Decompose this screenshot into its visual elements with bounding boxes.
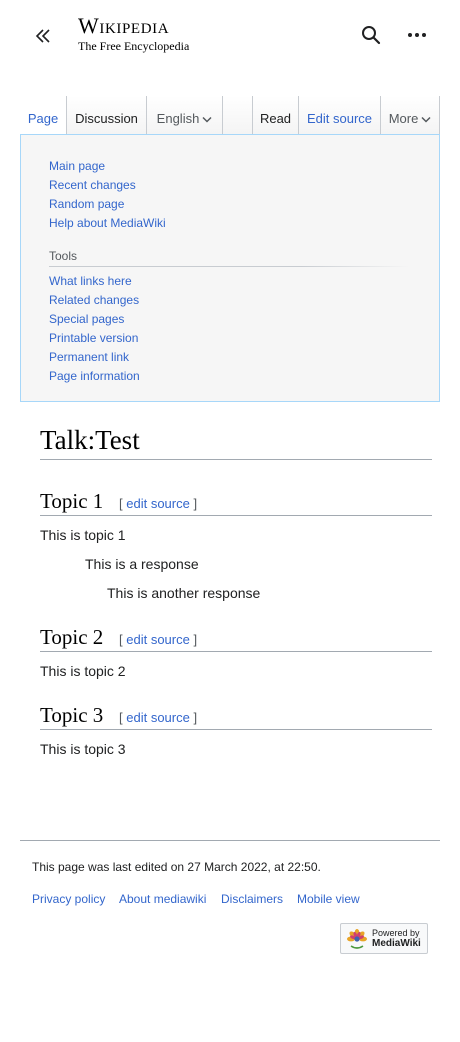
menu-item-what-links-here[interactable]: What links here: [49, 274, 132, 288]
title-divider: [40, 459, 432, 460]
section-heading-topic-1: Topic 1: [40, 489, 104, 513]
menu-item-random-page[interactable]: Random page: [49, 197, 124, 211]
section-heading-topic-3: Topic 3: [40, 703, 104, 727]
powered-line-2: MediaWiki: [372, 938, 421, 949]
tab-edit-source-label: Edit source: [306, 111, 373, 126]
logo-wordmark: Wikipedia: [78, 13, 170, 38]
edit-source-link[interactable]: edit source: [126, 632, 190, 647]
chevron-down-icon: [421, 113, 431, 126]
tab-page[interactable]: Page: [20, 96, 66, 134]
edit-bracket-open: [: [119, 710, 123, 725]
powered-by-mediawiki-badge[interactable]: Powered by MediaWiki: [340, 923, 428, 954]
mediawiki-flower-icon: [345, 927, 369, 951]
page-title: Talk:Test: [40, 425, 140, 455]
tab-read[interactable]: Read: [252, 96, 298, 134]
section-divider: [40, 729, 432, 730]
footer-divider: [20, 840, 440, 841]
section-divider: [40, 515, 432, 516]
tab-more[interactable]: More: [380, 96, 440, 134]
section-heading-topic-2: Topic 2: [40, 625, 104, 649]
edit-bracket-close: ]: [193, 710, 198, 725]
edit-section-1: [ edit source ]: [119, 496, 197, 512]
menu-item-related-changes[interactable]: Related changes: [49, 293, 139, 307]
edit-section-3: [ edit source ]: [119, 710, 197, 726]
footer-link-mobile-view[interactable]: Mobile view: [297, 892, 360, 906]
edit-source-link[interactable]: edit source: [126, 710, 190, 725]
edit-bracket-open: [: [119, 632, 123, 647]
edit-bracket-close: ]: [193, 632, 198, 647]
tab-language[interactable]: English: [146, 96, 222, 134]
menu-item-main-page[interactable]: Main page: [49, 159, 105, 173]
tab-language-label: English: [156, 111, 200, 126]
paragraph: This is topic 3: [40, 741, 126, 757]
search-icon[interactable]: [356, 20, 386, 50]
response-paragraph: This is a response: [85, 556, 199, 572]
header: Wikipedia The Free Encyclopedia: [0, 0, 460, 70]
menu-item-printable-version[interactable]: Printable version: [49, 331, 138, 345]
paragraph: This is topic 1: [40, 527, 126, 543]
menu-item-special-pages[interactable]: Special pages: [49, 312, 124, 326]
tools-divider: [49, 266, 409, 267]
menu-item-recent-changes[interactable]: Recent changes: [49, 178, 136, 192]
page-tabs: Page Discussion English Read Edit source…: [20, 96, 440, 134]
footer-link-about[interactable]: About mediawiki: [119, 892, 206, 906]
edit-section-2: [ edit source ]: [119, 632, 197, 648]
wikipedia-logo[interactable]: Wikipedia The Free Encyclopedia: [78, 14, 208, 56]
edit-bracket-open: [: [119, 496, 123, 511]
paragraph: This is topic 2: [40, 663, 126, 679]
tab-gap: [222, 96, 252, 134]
ellipsis-icon[interactable]: [402, 20, 432, 50]
powered-line-1: Powered by: [372, 928, 420, 938]
last-modified: This page was last edited on 27 March 20…: [32, 860, 321, 874]
response-paragraph: This is another response: [107, 585, 261, 601]
tab-discussion[interactable]: Discussion: [66, 96, 146, 134]
tab-discussion-label: Discussion: [75, 111, 138, 126]
footer-link-privacy[interactable]: Privacy policy: [32, 892, 105, 906]
footer-link-disclaimers[interactable]: Disclaimers: [221, 892, 283, 906]
tab-page-label: Page: [27, 111, 59, 126]
tab-more-label: More: [388, 111, 419, 126]
menu-item-page-information[interactable]: Page information: [49, 369, 140, 383]
main-menu: Main page Recent changes Random page Hel…: [20, 134, 440, 402]
logo-tagline: The Free Encyclopedia: [78, 39, 190, 53]
menu-item-help[interactable]: Help about MediaWiki: [49, 216, 166, 230]
powered-by-text: Powered by MediaWiki: [372, 928, 421, 949]
edit-bracket-close: ]: [193, 496, 198, 511]
section-divider: [40, 651, 432, 652]
menu-item-permanent-link[interactable]: Permanent link: [49, 350, 129, 364]
tab-read-label: Read: [259, 111, 292, 126]
tools-heading: Tools: [49, 249, 78, 263]
chevron-down-icon: [202, 113, 212, 126]
double-chevron-left-icon[interactable]: [27, 20, 59, 52]
edit-source-link[interactable]: edit source: [126, 496, 190, 511]
tab-edit-source[interactable]: Edit source: [298, 96, 380, 134]
